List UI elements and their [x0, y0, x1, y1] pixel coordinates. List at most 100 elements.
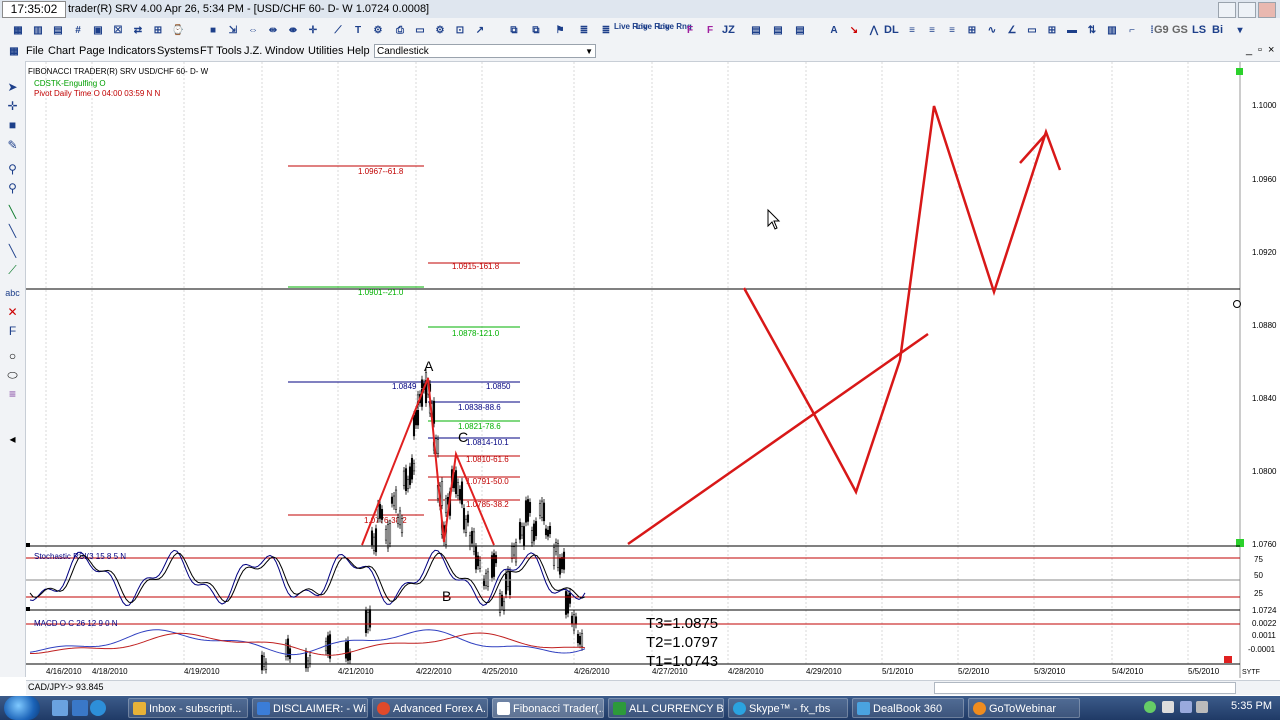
app-menu-icon[interactable]: ▦	[6, 43, 22, 59]
zoom-tool-icon[interactable]: ⚲	[4, 161, 21, 177]
taskbar-btn-advanced-forex[interactable]: Advanced Forex A...	[372, 698, 488, 718]
menu-help[interactable]: Help	[347, 45, 370, 58]
taskbar-clock[interactable]: 5:35 PM	[1231, 700, 1272, 712]
close-icon[interactable]	[1258, 2, 1276, 18]
label-3-icon[interactable]: ▤	[792, 22, 808, 38]
browser-icon[interactable]	[90, 700, 106, 716]
menu-indicators[interactable]: Indicators	[108, 45, 156, 58]
horizontal-scrollbar[interactable]	[934, 682, 1236, 694]
color-icon[interactable]: ■	[205, 22, 221, 38]
circle-icon[interactable]: ○	[4, 348, 21, 364]
fs-icon[interactable]: F	[702, 22, 718, 38]
switch-windows-icon[interactable]	[72, 700, 88, 716]
trendline-icon[interactable]: ⟋	[330, 22, 346, 38]
window-icon[interactable]: ⧉	[506, 22, 522, 38]
f-tool-icon[interactable]: F	[4, 323, 21, 339]
lines-icon[interactable]: ≡	[924, 22, 940, 38]
chart-type-select[interactable]: Candlestick ▼	[374, 44, 596, 58]
box-icon[interactable]: ▭	[1024, 22, 1040, 38]
label-2-icon[interactable]: ▤	[770, 22, 786, 38]
crosshair-tool-icon[interactable]: ✛	[4, 98, 21, 114]
fib-x-icon[interactable]: ✕	[4, 304, 21, 320]
taskbar-btn-fibonacci-trader[interactable]: Fibonacci Trader(...	[492, 698, 604, 718]
menu-window[interactable]: Window	[265, 45, 304, 58]
settings-icon[interactable]: ⚙	[432, 22, 448, 38]
all-icon[interactable]: ⊞	[150, 22, 166, 38]
hash-icon[interactable]: #	[70, 22, 86, 38]
sync-icon[interactable]: ⇄	[130, 22, 146, 38]
sytf-label[interactable]: SYTF	[1242, 669, 1260, 676]
grid-2-icon[interactable]: ⊞	[964, 22, 980, 38]
menu-file[interactable]: File	[26, 45, 44, 58]
bar-chart-icon[interactable]: ▥	[30, 22, 46, 38]
g9-button[interactable]: G9	[1154, 24, 1169, 36]
menu-close-icon[interactable]: ×	[1268, 44, 1274, 57]
ellipse-icon[interactable]: ⬭	[4, 367, 21, 383]
tray-flag-icon[interactable]	[1180, 701, 1192, 713]
angle-icon[interactable]: ∠	[1004, 22, 1020, 38]
crosshair-icon[interactable]: ✛	[305, 22, 321, 38]
line-green-icon[interactable]: ╲	[4, 204, 21, 220]
bracket-icon[interactable]: ⌐	[1124, 22, 1140, 38]
levels-icon[interactable]: ≣	[576, 22, 592, 38]
zoom-out-icon[interactable]: ⇹	[265, 22, 281, 38]
save-icon[interactable]: ▭	[412, 22, 428, 38]
bands-icon[interactable]: ≡	[4, 386, 21, 402]
overflow-icon[interactable]: ▾	[1232, 22, 1248, 38]
arrow-tool-icon[interactable]: ↘	[846, 22, 862, 38]
grid-3-icon[interactable]: ⊞	[1044, 22, 1060, 38]
menu-page[interactable]: Page	[79, 45, 105, 58]
wave-icon[interactable]: ∿	[984, 22, 1000, 38]
menu-jz[interactable]: J.Z.	[244, 45, 262, 58]
checkbox-icon[interactable]: ☒	[110, 22, 126, 38]
list-icon[interactable]: ≡	[944, 22, 960, 38]
minimize-icon[interactable]	[1218, 2, 1236, 18]
jz-button[interactable]: JZ	[722, 24, 735, 36]
channel-icon[interactable]: ⟋	[4, 262, 21, 278]
bars-icon[interactable]: ≡	[904, 22, 920, 38]
text-tool-icon[interactable]: T	[350, 22, 366, 38]
taskbar-btn-disclaimer[interactable]: DISCLAIMER: - Wi...	[252, 698, 368, 718]
pencil-icon[interactable]: ✎	[4, 137, 21, 153]
tray-network-icon[interactable]	[1162, 701, 1174, 713]
tray-skype-icon[interactable]	[1144, 701, 1156, 713]
print-icon[interactable]: ⎙	[392, 22, 408, 38]
chart-icon[interactable]: ▥	[1104, 22, 1120, 38]
taskbar-btn-inbox[interactable]: Inbox - subscripti...	[128, 698, 248, 718]
dl-button[interactable]: DL	[884, 24, 899, 36]
menu-systems[interactable]: Systems	[157, 45, 199, 58]
expand-icon[interactable]: ⇲	[225, 22, 241, 38]
maximize-icon[interactable]	[1238, 2, 1256, 18]
magnify-icon[interactable]: ⚲	[4, 180, 21, 196]
time-icon[interactable]: ⌚	[170, 22, 186, 38]
levels-2-icon[interactable]: ≣	[598, 22, 614, 38]
taskbar-btn-dealbook[interactable]: DealBook 360	[852, 698, 964, 718]
label-1-icon[interactable]: ▤	[748, 22, 764, 38]
taskbar-btn-all-currency[interactable]: ALL CURRENCY BI...	[608, 698, 724, 718]
windows-icon[interactable]: ⧉	[528, 22, 544, 38]
indicator-icon[interactable]: ⊡	[452, 22, 468, 38]
compress-icon[interactable]: ⇼	[285, 22, 301, 38]
tray-volume-icon[interactable]	[1196, 701, 1208, 713]
chart-arrow-icon[interactable]: ↗	[472, 22, 488, 38]
collapse-arrow-icon[interactable]: ◂	[4, 431, 21, 447]
taskbar-btn-gotowebinar[interactable]: GoToWebinar	[968, 698, 1080, 718]
gs-button[interactable]: GS	[1172, 24, 1188, 36]
ls-button[interactable]: LS	[1192, 24, 1206, 36]
menu-minimize-icon[interactable]: _	[1246, 44, 1252, 57]
menu-chart[interactable]: Chart	[48, 45, 75, 58]
line-blue-icon[interactable]: ╲	[4, 223, 21, 239]
grid-icon[interactable]: ▤	[50, 22, 66, 38]
line-navy-icon[interactable]: ╲	[4, 243, 21, 259]
page-icon[interactable]: ▣	[90, 22, 106, 38]
zigzag-icon[interactable]: ⋀	[866, 22, 882, 38]
taskbar-btn-skype[interactable]: Skype™ - fx_rbs	[728, 698, 848, 718]
cursor-box-icon[interactable]: ■	[4, 117, 21, 133]
menu-utilities[interactable]: Utilities	[308, 45, 343, 58]
swap-icon[interactable]: ⇅	[1084, 22, 1100, 38]
bi-button[interactable]: Bi	[1212, 24, 1223, 36]
fib-tool-icon[interactable]: ⚙	[370, 22, 386, 38]
zoom-in-icon[interactable]: ⇔	[245, 22, 261, 38]
text-abc-icon[interactable]: abc	[4, 285, 21, 301]
draw-a-icon[interactable]: A	[826, 22, 842, 38]
